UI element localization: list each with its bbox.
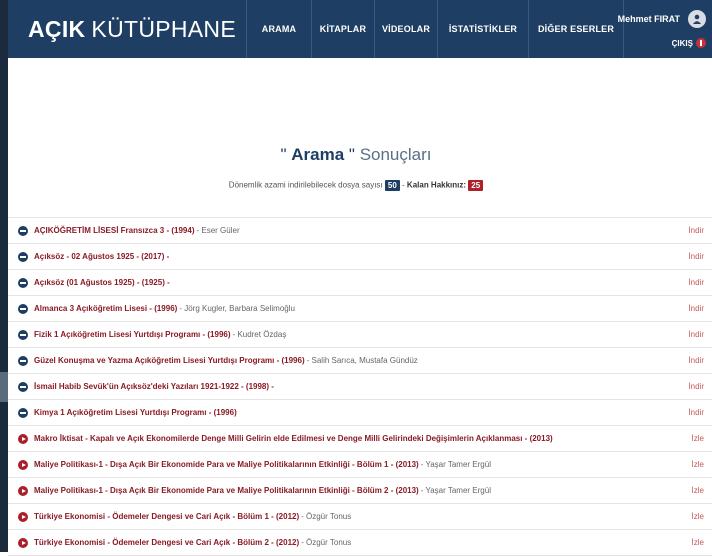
result-row: Açıksöz (01 Ağustos 1925) - (1925) - İndi… <box>8 269 712 295</box>
user-name[interactable]: Mehmet FIRAT <box>618 14 680 24</box>
download-link[interactable]: İndir <box>688 330 704 339</box>
circle-minus-icon <box>18 407 28 418</box>
play-circle-icon <box>18 433 28 444</box>
result-title-link[interactable]: Açıksöz - 02 Ağustos 1925 - (2017) - <box>34 252 169 261</box>
result-author: - Yaşar Tamer Ergül <box>420 486 491 495</box>
result-row: Güzel Konuşma ve Yazma Açıköğretim Lises… <box>8 347 712 373</box>
result-title-link[interactable]: Almanca 3 Açıköğretim Lisesi - (1996) <box>34 304 177 313</box>
download-quota: Dönemlik azami indirilebilecek dosya say… <box>0 180 712 191</box>
watch-link[interactable]: İzle <box>692 460 704 469</box>
nav-videolar[interactable]: VİDEOLAR <box>374 0 437 58</box>
result-row: Açıksöz - 02 Ağustos 1925 - (2017) - İndi… <box>8 243 712 269</box>
nav-diger-eserler[interactable]: DİĞER ESERLER <box>528 0 623 58</box>
result-title-link[interactable]: İsmail Habib Sevük'ün Açıksöz'deki Yazıl… <box>34 382 274 391</box>
result-title-link[interactable]: Kimya 1 Açıköğretim Lisesi Yurtdışı Prog… <box>34 408 237 417</box>
results-list: AÇIKÖĞRETİM LİSESİ Fransızca 3 - (1994) -… <box>8 217 712 556</box>
result-author: - Özgür Tonus <box>301 538 352 547</box>
result-title-link[interactable]: Güzel Konuşma ve Yazma Açıköğretim Lises… <box>34 356 305 365</box>
circle-minus-icon <box>18 277 28 288</box>
result-author: - Yaşar Tamer Ergül <box>420 460 491 469</box>
result-row: İsmail Habib Sevük'ün Açıksöz'deki Yazıl… <box>8 373 712 399</box>
search-keyword: Arama <box>291 145 345 164</box>
result-row: Türkiye Ekonomisi - Ödemeler Dengesi ve … <box>8 503 712 529</box>
user-menu: Mehmet FIRAT ÇIKIŞ <box>618 0 712 58</box>
result-row: Kimya 1 Açıköğretim Lisesi Yurtdışı Prog… <box>8 399 712 425</box>
download-link[interactable]: İndir <box>688 226 704 235</box>
play-circle-icon <box>18 459 28 470</box>
watch-link[interactable]: İzle <box>692 486 704 495</box>
close-quote: " <box>348 145 355 164</box>
result-title-link[interactable]: Türkiye Ekonomisi - Ödemeler Dengesi ve … <box>34 538 299 547</box>
result-author: - Salih Sarıca, Mustafa Gündüz <box>306 356 418 365</box>
circle-minus-icon <box>18 303 28 314</box>
circle-minus-icon <box>18 355 28 366</box>
circle-minus-icon <box>18 251 28 262</box>
quota-max-badge: 50 <box>384 180 400 191</box>
quota-label: Dönemlik azami indirilebilecek dosya say… <box>228 180 383 190</box>
play-circle-icon <box>18 537 28 548</box>
window-edge-gap <box>0 372 8 402</box>
result-title-link[interactable]: Fizik 1 Açıköğretim Lisesi Yurtdışı Prog… <box>34 330 231 339</box>
download-link[interactable]: İndir <box>688 252 704 261</box>
logout-button[interactable]: ÇIKIŞ <box>672 38 706 48</box>
circle-minus-icon <box>18 329 28 340</box>
result-row: AÇIKÖĞRETİM LİSESİ Fransızca 3 - (1994) -… <box>8 217 712 243</box>
result-author: - Kudret Özdaş <box>232 330 287 339</box>
download-link[interactable]: İndir <box>688 408 704 417</box>
result-row: Almanca 3 Açıköğretim Lisesi - (1996) - J… <box>8 295 712 321</box>
top-navbar: AÇIK KÜTÜPHANE ARAMA KİTAPLAR VİDEOLAR İ… <box>8 0 712 58</box>
result-author: - Özgür Tonus <box>301 512 352 521</box>
result-author: - Eser Güler <box>196 226 240 235</box>
result-row: Makro İktisat - Kapalı ve Açık Ekonomile… <box>8 425 712 451</box>
quota-separator: - <box>402 180 405 190</box>
play-circle-icon <box>18 511 28 522</box>
download-link[interactable]: İndir <box>688 278 704 287</box>
result-row: Maliye Politikası-1 - Dışa Açık Bir Ekon… <box>8 477 712 503</box>
watch-link[interactable]: İzle <box>692 434 704 443</box>
nav-kitaplar[interactable]: KİTAPLAR <box>311 0 374 58</box>
result-title-link[interactable]: Açıksöz (01 Ağustos 1925) - (1925) - <box>34 278 170 287</box>
user-avatar-icon[interactable] <box>688 10 706 28</box>
download-link[interactable]: İndir <box>688 304 704 313</box>
play-circle-icon <box>18 485 28 496</box>
nav-istatistikler[interactable]: İSTATİSTİKLER <box>437 0 528 58</box>
title-suffix: Sonuçları <box>359 145 432 164</box>
result-title-link[interactable]: AÇIKÖĞRETİM LİSESİ Fransızca 3 - (1994) <box>34 226 194 235</box>
quota-remaining-badge: 25 <box>468 180 484 191</box>
result-row: Fizik 1 Açıköğretim Lisesi Yurtdışı Prog… <box>8 321 712 347</box>
circle-minus-icon <box>18 381 28 392</box>
result-row: Maliye Politikası-1 - Dışa Açık Bir Ekon… <box>8 451 712 477</box>
result-title-link[interactable]: Maliye Politikası-1 - Dışa Açık Bir Ekon… <box>34 460 419 469</box>
brand-bold: AÇIK <box>28 15 86 42</box>
result-title-link[interactable]: Makro İktisat - Kapalı ve Açık Ekonomile… <box>34 434 553 443</box>
window-edge <box>0 0 8 552</box>
circle-minus-icon <box>18 225 28 236</box>
brand-thin: KÜTÜPHANE <box>91 15 236 42</box>
power-icon <box>696 38 706 48</box>
page-title: " Arama " Sonuçları <box>0 145 712 165</box>
result-author: - Jörg Kugler, Barbara Selimoğlu <box>179 304 295 313</box>
download-link[interactable]: İndir <box>688 382 704 391</box>
brand-logo[interactable]: AÇIK KÜTÜPHANE <box>8 0 246 58</box>
result-title-link[interactable]: Türkiye Ekonomisi - Ödemeler Dengesi ve … <box>34 512 299 521</box>
download-link[interactable]: İndir <box>688 356 704 365</box>
logout-label: ÇIKIŞ <box>671 38 693 48</box>
result-title-link[interactable]: Maliye Politikası-1 - Dışa Açık Bir Ekon… <box>34 486 419 495</box>
watch-link[interactable]: İzle <box>692 538 704 547</box>
open-quote: " <box>280 145 287 164</box>
nav-arama[interactable]: ARAMA <box>246 0 311 58</box>
quota-remaining-label: Kalan Hakkınız: <box>406 180 467 190</box>
watch-link[interactable]: İzle <box>692 512 704 521</box>
